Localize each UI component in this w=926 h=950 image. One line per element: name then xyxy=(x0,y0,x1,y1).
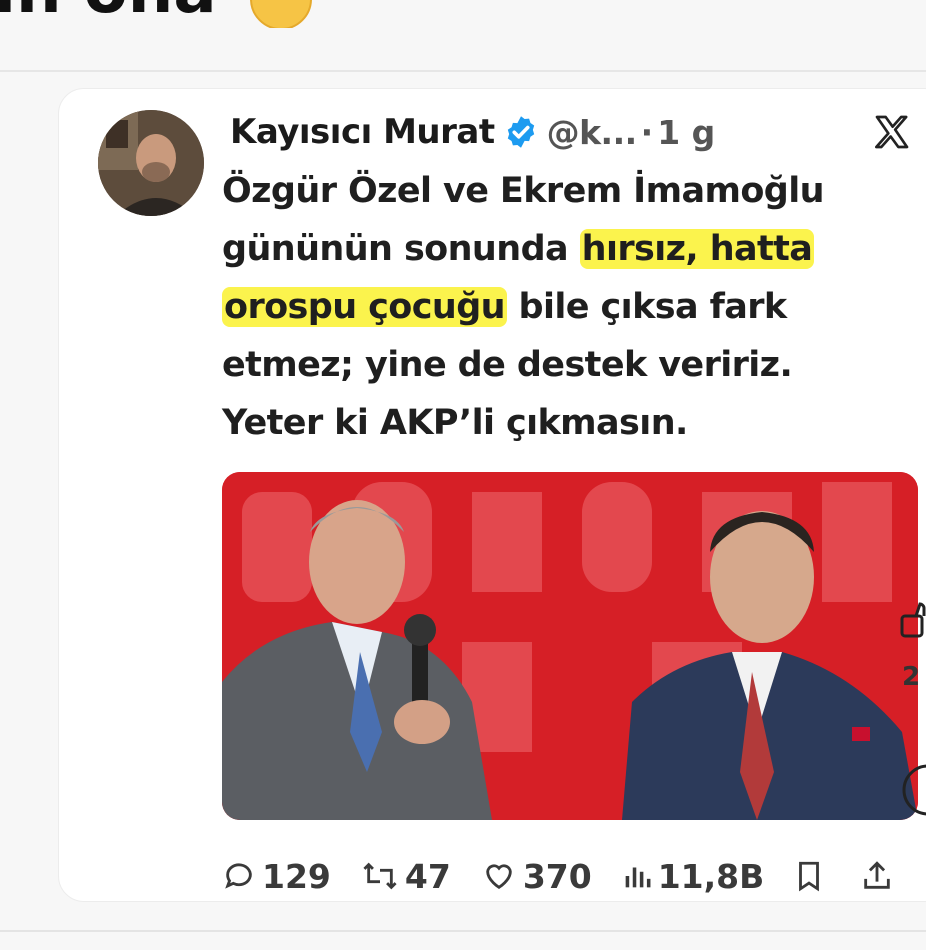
like-count: 370 xyxy=(522,856,592,896)
text-segment: Yeter ki AKP’li çıkmasın. xyxy=(222,403,688,443)
tweet-line-1: Özgür Özel ve Ekrem İmamoğlu xyxy=(222,162,902,220)
tweet-header: Kayısıcı Murat @k... · 1 g xyxy=(230,108,715,156)
text-segment: bile çıksa fark xyxy=(506,287,788,327)
comment-icon[interactable] xyxy=(900,758,926,822)
avatar[interactable] xyxy=(98,110,204,216)
reply-button[interactable]: 129 xyxy=(222,857,331,896)
retweet-button[interactable]: 47 xyxy=(361,857,451,896)
views-count: 11,8B xyxy=(657,856,765,896)
tweet-photo[interactable] xyxy=(222,472,918,820)
views-icon xyxy=(625,867,651,888)
divider xyxy=(0,930,926,932)
retweet-icon xyxy=(363,862,397,890)
x-logo-icon xyxy=(872,112,912,152)
separator-dot: · xyxy=(640,112,654,152)
share-button[interactable] xyxy=(860,859,900,893)
text-segment: etmez; yine de destek veririz. xyxy=(222,345,793,385)
timestamp[interactable]: 1 g xyxy=(657,113,715,152)
caption-text: ın ona xyxy=(0,0,217,28)
reply-icon xyxy=(225,863,252,889)
emoji-icon xyxy=(250,0,312,28)
share-icon xyxy=(864,861,891,889)
thumbs-up-icon[interactable] xyxy=(900,598,926,644)
author-handle[interactable]: @k... xyxy=(547,113,638,152)
divider xyxy=(0,70,926,72)
text-segment: İmamoğlu xyxy=(633,171,824,211)
side-like-count: 2 xyxy=(902,662,921,692)
tweet-line-4: etmez; yine de destek veririz. xyxy=(222,336,902,394)
tweet-line-5: Yeter ki AKP’li çıkmasın. xyxy=(222,394,902,452)
bookmark-icon xyxy=(799,861,820,892)
author-name[interactable]: Kayısıcı Murat xyxy=(230,112,495,152)
text-segment: Özgür Özel ve Ekrem xyxy=(222,171,634,211)
retweet-count: 47 xyxy=(404,856,451,896)
tweet-text: Özgür Özel ve Ekrem İmamoğlu gününün son… xyxy=(222,162,902,452)
verified-badge-icon xyxy=(503,114,539,150)
tweet-line-2: gününün sonunda hırsız, hatta xyxy=(222,220,902,278)
like-button[interactable]: 370 xyxy=(481,857,592,896)
highlighted-text: hırsız, hatta xyxy=(579,229,815,269)
previous-post-caption: ın ona xyxy=(0,0,926,28)
views-button[interactable]: 11,8B xyxy=(622,856,765,896)
text-segment: gününün sonunda xyxy=(222,229,580,269)
reply-count: 129 xyxy=(262,856,331,896)
bookmark-button[interactable] xyxy=(794,859,830,893)
tweet-line-3: orospu çocuğu bile çıksa fark xyxy=(222,278,902,336)
tweet-actions: 129 47 370 11,8B xyxy=(222,848,926,904)
heart-icon xyxy=(486,864,512,890)
highlighted-text: orospu çocuğu xyxy=(222,287,507,327)
